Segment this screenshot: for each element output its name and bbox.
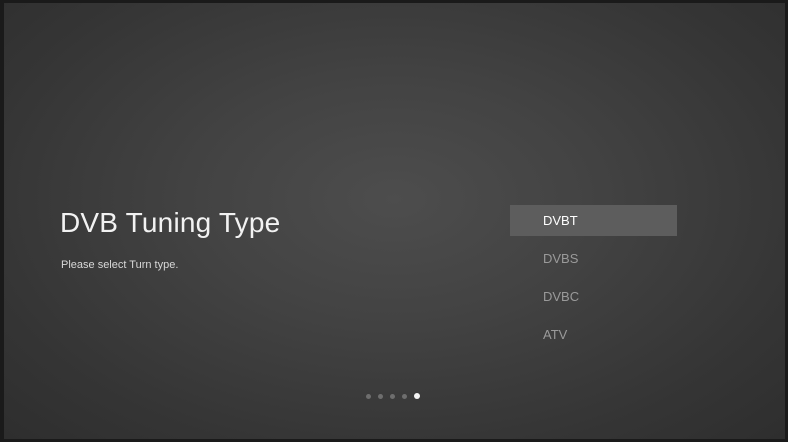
step-indicator xyxy=(366,392,420,400)
step-dot-1 xyxy=(366,393,371,399)
tuning-option-atv[interactable]: ATV xyxy=(510,319,677,350)
step-dot-4 xyxy=(402,393,407,399)
tv-setup-screen: DVB Tuning Type Please select Turn type.… xyxy=(4,3,785,439)
step-dot-2 xyxy=(378,393,383,399)
step-dot-5-active xyxy=(414,393,420,399)
tuning-option-dvbt[interactable]: DVBT xyxy=(510,205,677,236)
tuning-option-dvbc[interactable]: DVBC xyxy=(510,281,677,312)
page-subtitle: Please select Turn type. xyxy=(61,259,179,271)
page-title: DVB Tuning Type xyxy=(60,207,281,238)
tuning-option-dvbs[interactable]: DVBS xyxy=(510,243,677,274)
tuning-type-list: DVBT DVBS DVBC ATV xyxy=(510,205,677,357)
step-dot-3 xyxy=(390,393,395,399)
